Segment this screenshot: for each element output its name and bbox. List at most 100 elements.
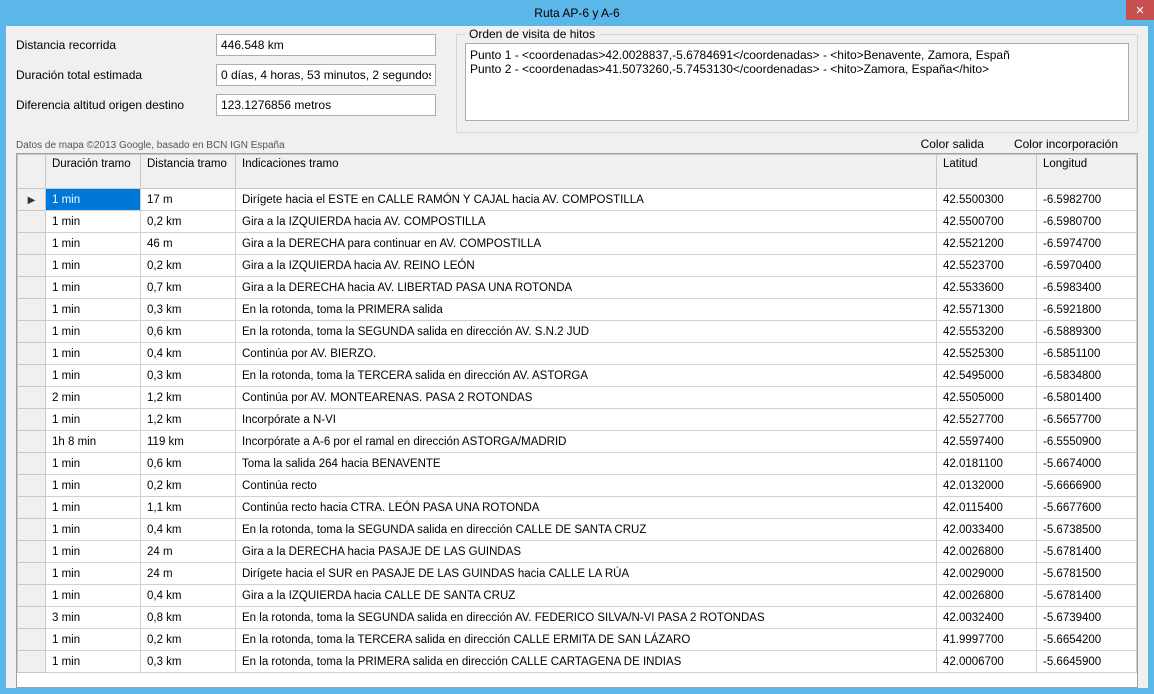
cell-longitud[interactable]: -6.5982700 [1037, 189, 1137, 211]
cell-indicaciones[interactable]: Continúa por AV. MONTEARENAS. PASA 2 ROT… [236, 387, 937, 409]
cell-latitud[interactable]: 42.0029000 [937, 563, 1037, 585]
cell-latitud[interactable]: 42.0026800 [937, 541, 1037, 563]
cell-longitud[interactable]: -5.6738500 [1037, 519, 1137, 541]
cell-distancia[interactable]: 0,2 km [141, 475, 236, 497]
cell-duracion[interactable]: 2 min [46, 387, 141, 409]
grid-scroll[interactable]: Duración tramo Distancia tramo Indicacio… [17, 154, 1137, 687]
cell-longitud[interactable]: -6.5550900 [1037, 431, 1137, 453]
cell-duracion[interactable]: 1 min [46, 585, 141, 607]
table-row[interactable]: 1 min0,3 kmEn la rotonda, toma la PRIMER… [18, 651, 1137, 673]
cell-duracion[interactable]: 1 min [46, 453, 141, 475]
cell-latitud[interactable]: 42.5533600 [937, 277, 1037, 299]
cell-duracion[interactable]: 1 min [46, 497, 141, 519]
table-row[interactable]: 1 min0,7 kmGira a la DERECHA hacia AV. L… [18, 277, 1137, 299]
cell-latitud[interactable]: 42.5505000 [937, 387, 1037, 409]
cell-latitud[interactable]: 42.0115400 [937, 497, 1037, 519]
cell-indicaciones[interactable]: Continúa por AV. BIERZO. [236, 343, 937, 365]
table-row[interactable]: 1 min0,4 kmContinúa por AV. BIERZO.42.55… [18, 343, 1137, 365]
table-row[interactable]: 1 min0,2 kmEn la rotonda, toma la TERCER… [18, 629, 1137, 651]
cell-distancia[interactable]: 1,1 km [141, 497, 236, 519]
cell-distancia[interactable]: 1,2 km [141, 409, 236, 431]
cell-distancia[interactable]: 0,4 km [141, 585, 236, 607]
table-row[interactable]: 1 min1,2 kmIncorpórate a N-VI42.5527700-… [18, 409, 1137, 431]
cell-duracion[interactable]: 1 min [46, 519, 141, 541]
table-row[interactable]: 1 min24 mDirígete hacia el SUR en PASAJE… [18, 563, 1137, 585]
cell-indicaciones[interactable]: Incorpórate a A-6 por el ramal en direcc… [236, 431, 937, 453]
cell-longitud[interactable]: -5.6677600 [1037, 497, 1137, 519]
cell-longitud[interactable]: -5.6781400 [1037, 585, 1137, 607]
table-row[interactable]: 1 min0,2 kmGira a la IZQUIERDA hacia AV.… [18, 211, 1137, 233]
cell-latitud[interactable]: 42.0033400 [937, 519, 1037, 541]
cell-latitud[interactable]: 42.0181100 [937, 453, 1037, 475]
cell-duracion[interactable]: 1 min [46, 475, 141, 497]
table-row[interactable]: 1 min0,4 kmEn la rotonda, toma la SEGUND… [18, 519, 1137, 541]
cell-duracion[interactable]: 1h 8 min [46, 431, 141, 453]
cell-distancia[interactable]: 0,2 km [141, 629, 236, 651]
cell-indicaciones[interactable]: En la rotonda, toma la SEGUNDA salida en… [236, 321, 937, 343]
cell-latitud[interactable]: 42.5553200 [937, 321, 1037, 343]
cell-indicaciones[interactable]: En la rotonda, toma la TERCERA salida en… [236, 365, 937, 387]
cell-latitud[interactable]: 42.0026800 [937, 585, 1037, 607]
cell-duracion[interactable]: 1 min [46, 211, 141, 233]
cell-longitud[interactable]: -5.6674000 [1037, 453, 1137, 475]
cell-longitud[interactable]: -6.5657700 [1037, 409, 1137, 431]
cell-duracion[interactable]: 1 min [46, 365, 141, 387]
cell-duracion[interactable]: 1 min [46, 563, 141, 585]
cell-latitud[interactable]: 41.9997700 [937, 629, 1037, 651]
cell-indicaciones[interactable]: En la rotonda, toma la TERCERA salida en… [236, 629, 937, 651]
cell-indicaciones[interactable]: En la rotonda, toma la PRIMERA salida en… [236, 651, 937, 673]
cell-longitud[interactable]: -6.5983400 [1037, 277, 1137, 299]
cell-latitud[interactable]: 42.0032400 [937, 607, 1037, 629]
distancia-input[interactable] [216, 34, 436, 56]
table-row[interactable]: 1 min0,6 kmEn la rotonda, toma la SEGUND… [18, 321, 1137, 343]
cell-latitud[interactable]: 42.5523700 [937, 255, 1037, 277]
cell-duracion[interactable]: 1 min [46, 277, 141, 299]
table-row[interactable]: 1h 8 min119 kmIncorpórate a A-6 por el r… [18, 431, 1137, 453]
cell-latitud[interactable]: 42.5597400 [937, 431, 1037, 453]
table-row[interactable]: 1 min24 mGira a la DERECHA hacia PASAJE … [18, 541, 1137, 563]
cell-indicaciones[interactable]: Gira a la DERECHA hacia PASAJE DE LAS GU… [236, 541, 937, 563]
cell-latitud[interactable]: 42.0006700 [937, 651, 1037, 673]
cell-latitud[interactable]: 42.5521200 [937, 233, 1037, 255]
col-indicaciones[interactable]: Indicaciones tramo [236, 155, 937, 189]
cell-distancia[interactable]: 46 m [141, 233, 236, 255]
cell-duracion[interactable]: 3 min [46, 607, 141, 629]
cell-latitud[interactable]: 42.0132000 [937, 475, 1037, 497]
cell-distancia[interactable]: 0,4 km [141, 343, 236, 365]
cell-longitud[interactable]: -6.5980700 [1037, 211, 1137, 233]
cell-longitud[interactable]: -6.5921800 [1037, 299, 1137, 321]
cell-duracion[interactable]: 1 min [46, 541, 141, 563]
cell-indicaciones[interactable]: Incorpórate a N-VI [236, 409, 937, 431]
orden-textarea[interactable] [465, 43, 1129, 121]
cell-distancia[interactable]: 0,4 km [141, 519, 236, 541]
cell-longitud[interactable]: -6.5889300 [1037, 321, 1137, 343]
cell-distancia[interactable]: 0,2 km [141, 211, 236, 233]
cell-indicaciones[interactable]: Gira a la IZQUIERDA hacia AV. COMPOSTILL… [236, 211, 937, 233]
cell-duracion[interactable]: 1 min [46, 409, 141, 431]
cell-indicaciones[interactable]: En la rotonda, toma la SEGUNDA salida en… [236, 607, 937, 629]
cell-longitud[interactable]: -5.6666900 [1037, 475, 1137, 497]
table-row[interactable]: 1 min0,2 kmContinúa recto42.0132000-5.66… [18, 475, 1137, 497]
col-distancia[interactable]: Distancia tramo [141, 155, 236, 189]
table-row[interactable]: 1 min0,2 kmGira a la IZQUIERDA hacia AV.… [18, 255, 1137, 277]
cell-distancia[interactable]: 0,7 km [141, 277, 236, 299]
col-longitud[interactable]: Longitud [1037, 155, 1137, 189]
cell-longitud[interactable]: -5.6781400 [1037, 541, 1137, 563]
table-row[interactable]: 3 min0,8 kmEn la rotonda, toma la SEGUND… [18, 607, 1137, 629]
table-row[interactable]: 1 min0,3 kmEn la rotonda, toma la TERCER… [18, 365, 1137, 387]
cell-indicaciones[interactable]: Dirígete hacia el SUR en PASAJE DE LAS G… [236, 563, 937, 585]
cell-duracion[interactable]: 1 min [46, 651, 141, 673]
cell-longitud[interactable]: -5.6645900 [1037, 651, 1137, 673]
cell-distancia[interactable]: 17 m [141, 189, 236, 211]
cell-distancia[interactable]: 119 km [141, 431, 236, 453]
cell-distancia[interactable]: 0,8 km [141, 607, 236, 629]
cell-distancia[interactable]: 1,2 km [141, 387, 236, 409]
cell-indicaciones[interactable]: Continúa recto hacia CTRA. LEÓN PASA UNA… [236, 497, 937, 519]
cell-latitud[interactable]: 42.5527700 [937, 409, 1037, 431]
cell-duracion[interactable]: 1 min [46, 343, 141, 365]
col-duracion[interactable]: Duración tramo [46, 155, 141, 189]
cell-longitud[interactable]: -6.5974700 [1037, 233, 1137, 255]
cell-longitud[interactable]: -6.5834800 [1037, 365, 1137, 387]
duracion-input[interactable] [216, 64, 436, 86]
col-latitud[interactable]: Latitud [937, 155, 1037, 189]
